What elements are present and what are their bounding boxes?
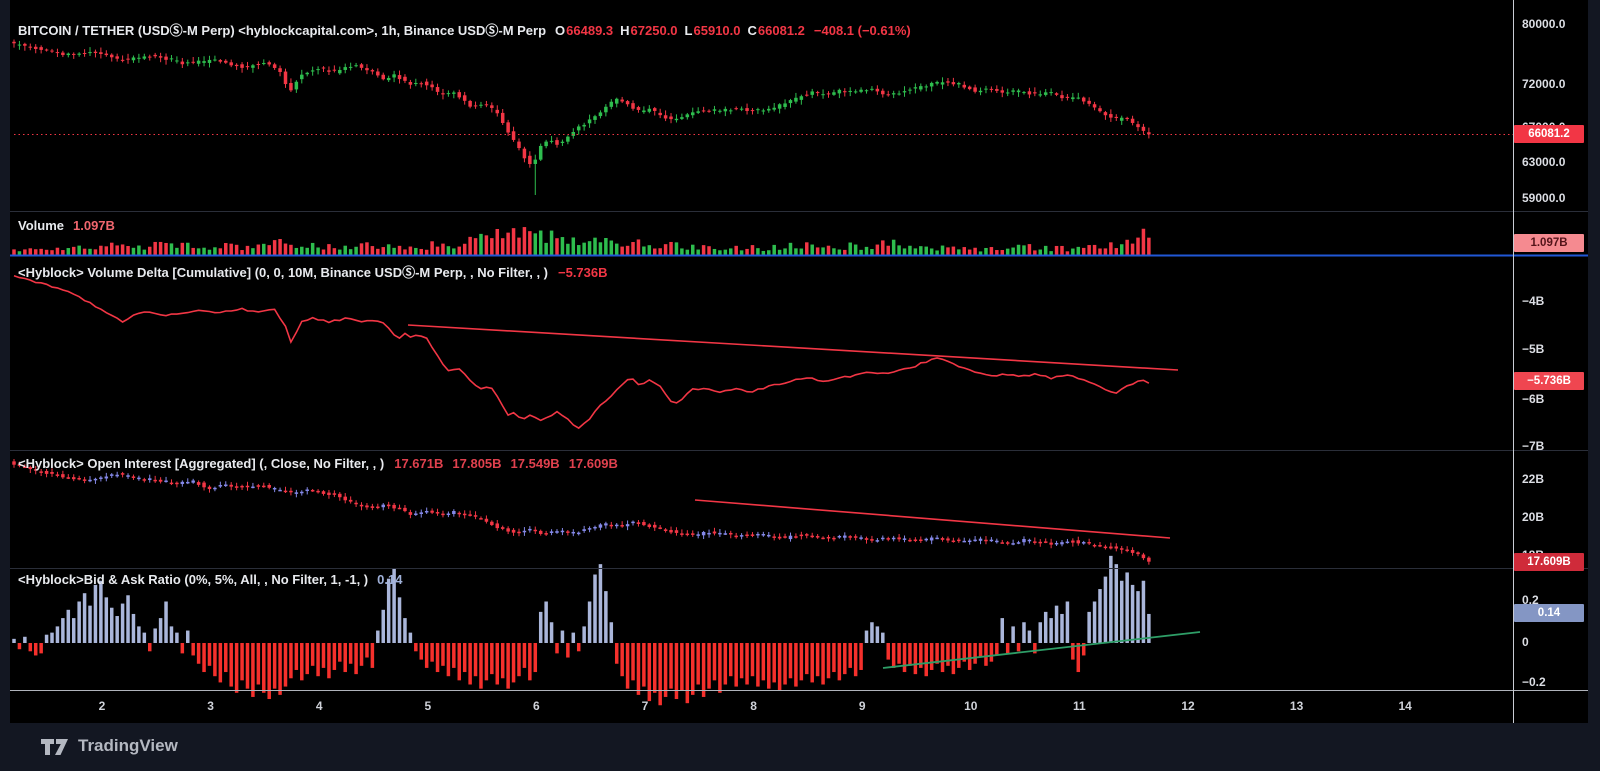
time-label: 7: [642, 699, 649, 713]
panel-title-oi[interactable]: <Hyblock> Open Interest [Aggregated] (, …: [18, 456, 618, 471]
axis-tick-bidask: −0.2: [1522, 675, 1546, 689]
panel-title-vdelta[interactable]: <Hyblock> Volume Delta [Cumulative] (0, …: [18, 262, 608, 281]
panel-title-price[interactable]: BITCOIN / TETHER (USDⓈ-M Perp) <hyblockc…: [18, 20, 911, 39]
footer-bar: TradingView: [0, 723, 1600, 771]
tradingview-logo-text[interactable]: TradingView: [78, 736, 178, 756]
tradingview-chart-app: BITCOIN / TETHER (USDⓈ-M Perp) <hyblockc…: [0, 0, 1600, 771]
title-part: 17.805B: [452, 456, 501, 471]
plot-canvas[interactable]: [10, 0, 1588, 723]
title-part: BITCOIN / TETHER (USDⓈ-M Perp) <hyblockc…: [18, 20, 546, 39]
axis-value-badge-bidask: 0.14: [1514, 604, 1584, 622]
title-part: L: [685, 23, 693, 38]
time-label: 13: [1290, 699, 1303, 713]
title-part: 17.609B: [569, 456, 618, 471]
title-part: 65910.0: [694, 23, 741, 38]
time-label: 3: [207, 699, 214, 713]
time-label: 14: [1399, 699, 1412, 713]
title-part: O: [555, 23, 565, 38]
title-part: Volume: [18, 218, 64, 233]
axis-tick-bidask: 0: [1522, 635, 1529, 649]
title-part: <Hyblock> Volume Delta [Cumulative] (0, …: [18, 262, 548, 281]
axis-tick-vdelta: −7B: [1522, 439, 1544, 453]
title-part: <Hyblock> Open Interest [Aggregated] (, …: [18, 456, 384, 471]
time-label: 8: [750, 699, 757, 713]
title-part: 1.097B: [73, 218, 115, 233]
tradingview-logo-icon[interactable]: [40, 737, 70, 757]
axis-tick-price: 59000.0: [1522, 191, 1565, 205]
panel-title-bidask[interactable]: <Hyblock>Bid & Ask Ratio (0%, 5%, All, ,…: [18, 572, 402, 587]
title-part: C: [748, 23, 757, 38]
time-label: 6: [533, 699, 540, 713]
axis-value-badge-vdelta: −5.736B: [1514, 372, 1584, 390]
axis-tick-vdelta: −4B: [1522, 294, 1544, 308]
time-label: 2: [99, 699, 106, 713]
time-label: 4: [316, 699, 323, 713]
time-label: 12: [1181, 699, 1194, 713]
time-label: 11: [1073, 699, 1086, 713]
panel-title-volume[interactable]: Volume 1.097B: [18, 218, 115, 233]
axis-value-badge-price: 66081.2: [1514, 125, 1584, 143]
axis-tick-oi: 22B: [1522, 472, 1544, 486]
title-part: 0.14: [377, 572, 402, 587]
axis-value-badge-volume: 1.097B: [1514, 234, 1584, 252]
axis-tick-price: 63000.0: [1522, 155, 1565, 169]
axis-tick-oi: 20B: [1522, 510, 1544, 524]
time-label: 9: [859, 699, 866, 713]
axis-value-badge-oi: 17.609B: [1514, 553, 1584, 571]
title-part: 17.671B: [394, 456, 443, 471]
title-part: H: [620, 23, 629, 38]
axis-tick-vdelta: −5B: [1522, 342, 1544, 356]
title-part: 66489.3: [566, 23, 613, 38]
axis-tick-price: 72000.0: [1522, 77, 1565, 91]
axis-tick-price: 80000.0: [1522, 17, 1565, 31]
title-part: 66081.2: [758, 23, 805, 38]
title-part: −408.1 (−0.61%): [814, 23, 911, 38]
title-part: 67250.0: [631, 23, 678, 38]
time-label: 10: [964, 699, 977, 713]
title-part: −5.736B: [558, 265, 608, 280]
title-part: 17.549B: [511, 456, 560, 471]
chart-area[interactable]: BITCOIN / TETHER (USDⓈ-M Perp) <hyblockc…: [10, 0, 1588, 723]
title-part: <Hyblock>Bid & Ask Ratio (0%, 5%, All, ,…: [18, 572, 368, 587]
axis-tick-vdelta: −6B: [1522, 392, 1544, 406]
time-label: 5: [424, 699, 431, 713]
